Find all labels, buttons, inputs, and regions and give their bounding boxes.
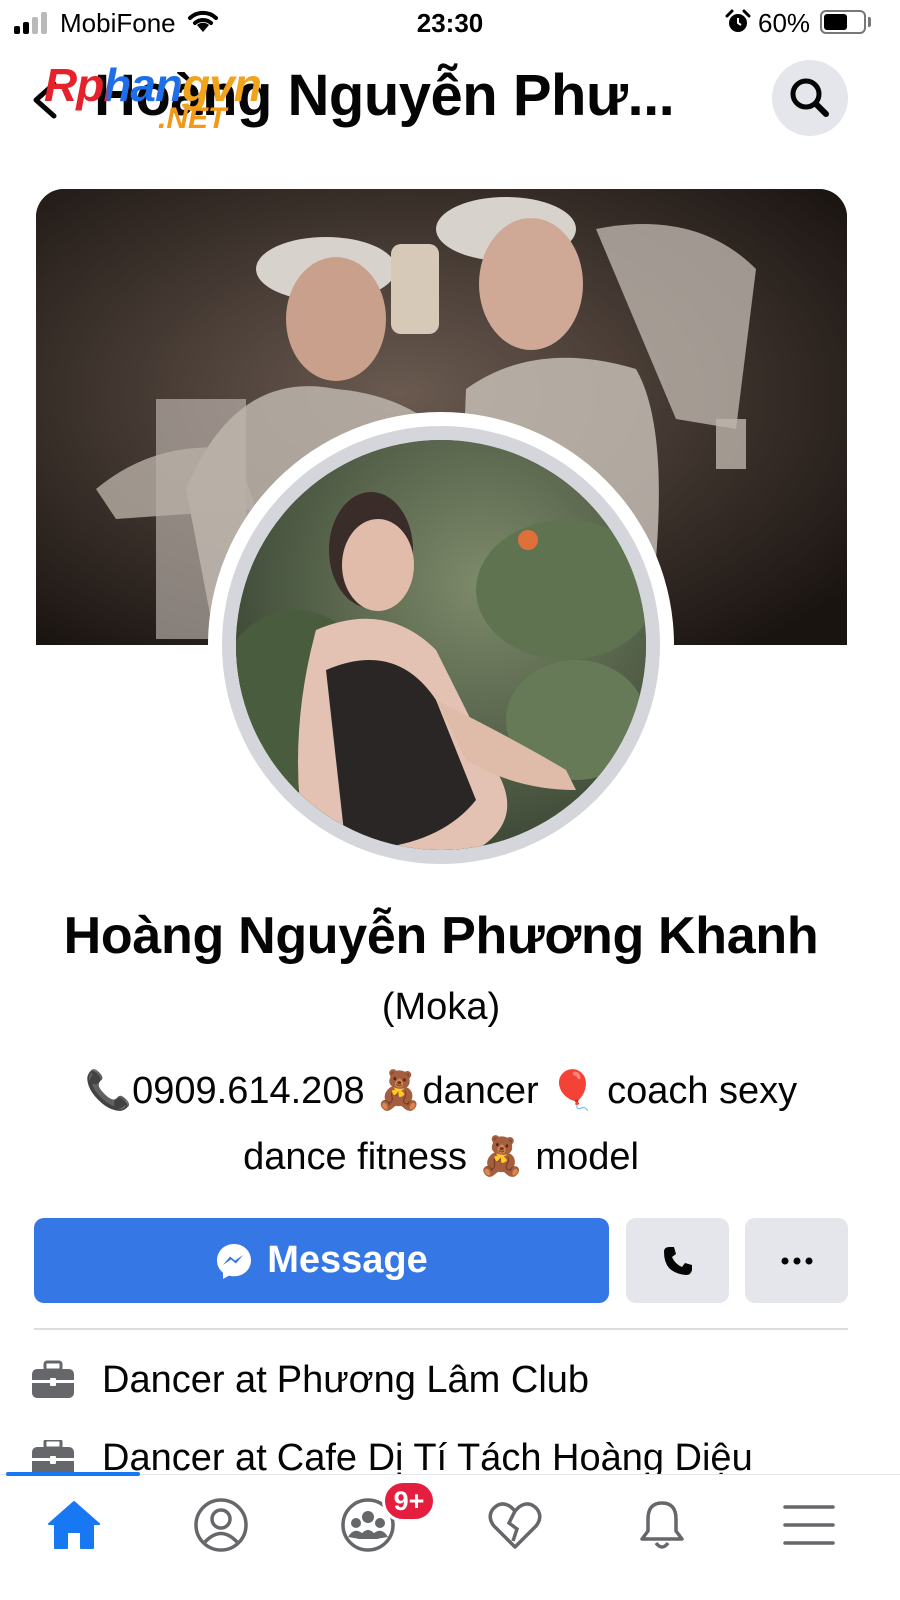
battery-fill — [824, 14, 847, 30]
work-item[interactable]: Dancer at Phương Lâm Club — [30, 1350, 870, 1410]
work-item-clip: Dancer at Cafe Dị Tí Tách Hoàng Diệu — [0, 1440, 900, 1474]
work-item[interactable]: Dancer at Cafe Dị Tí Tách Hoàng Diệu — [30, 1440, 870, 1474]
call-button[interactable] — [626, 1218, 729, 1303]
tab-bar — [0, 1474, 900, 1600]
home-icon — [48, 1501, 100, 1549]
message-button[interactable]: Message — [34, 1218, 609, 1303]
dating-icon — [488, 1502, 542, 1549]
watermark-logo: Rphangvn .NET — [40, 58, 320, 138]
profile-name: Hoàng Nguyễn Phương Khanh — [63, 907, 819, 965]
avatar[interactable] — [236, 440, 646, 850]
messenger-icon — [217, 1243, 252, 1279]
menu-icon — [783, 1505, 835, 1545]
tab-profile[interactable] — [181, 1490, 261, 1560]
briefcase-icon — [32, 1360, 74, 1398]
tab-home[interactable] — [34, 1490, 114, 1560]
battery-percent: 60% — [758, 8, 811, 38]
bio-line-1: 📞0909.614.208 🧸dancer 🎈 coach sexy — [84, 1070, 798, 1112]
groups-badge: 9+ — [382, 1480, 436, 1522]
work-prefix: Dancer at — [102, 1440, 267, 1474]
work-place[interactable]: Cafe Dị Tí Tách Hoàng Diệu — [277, 1440, 753, 1474]
work-prefix: Dancer at — [102, 1358, 267, 1401]
search-icon — [790, 78, 829, 117]
tab-menu[interactable] — [769, 1490, 849, 1560]
briefcase-icon — [32, 1440, 74, 1474]
watermark-sub: .NET — [158, 102, 227, 135]
alarm-icon — [725, 9, 751, 32]
message-button-label: Message — [267, 1239, 428, 1281]
tab-dating[interactable] — [475, 1490, 555, 1560]
bell-icon — [640, 1501, 684, 1549]
avatar-image — [236, 440, 646, 850]
battery-tip — [868, 17, 871, 27]
more-icon — [781, 1257, 812, 1264]
active-tab-indicator — [6, 1472, 140, 1476]
tab-notifications[interactable] — [622, 1490, 702, 1560]
more-button[interactable] — [745, 1218, 848, 1303]
profile-icon — [194, 1498, 248, 1552]
bio: 📞0909.614.208 🧸dancer 🎈 coach sexy dance… — [50, 1058, 832, 1190]
work-place[interactable]: Phương Lâm Club — [277, 1359, 589, 1402]
bio-line-2: dance fitness 🧸 model — [243, 1136, 639, 1178]
watermark-main: Rphangvn — [44, 59, 262, 111]
status-bar: MobiFone 23:30 60% — [0, 0, 900, 46]
battery-icon — [820, 10, 866, 34]
alternate-name: (Moka) — [381, 986, 501, 1028]
divider — [34, 1328, 848, 1330]
phone-icon — [663, 1246, 692, 1275]
search-button[interactable] — [772, 60, 848, 136]
